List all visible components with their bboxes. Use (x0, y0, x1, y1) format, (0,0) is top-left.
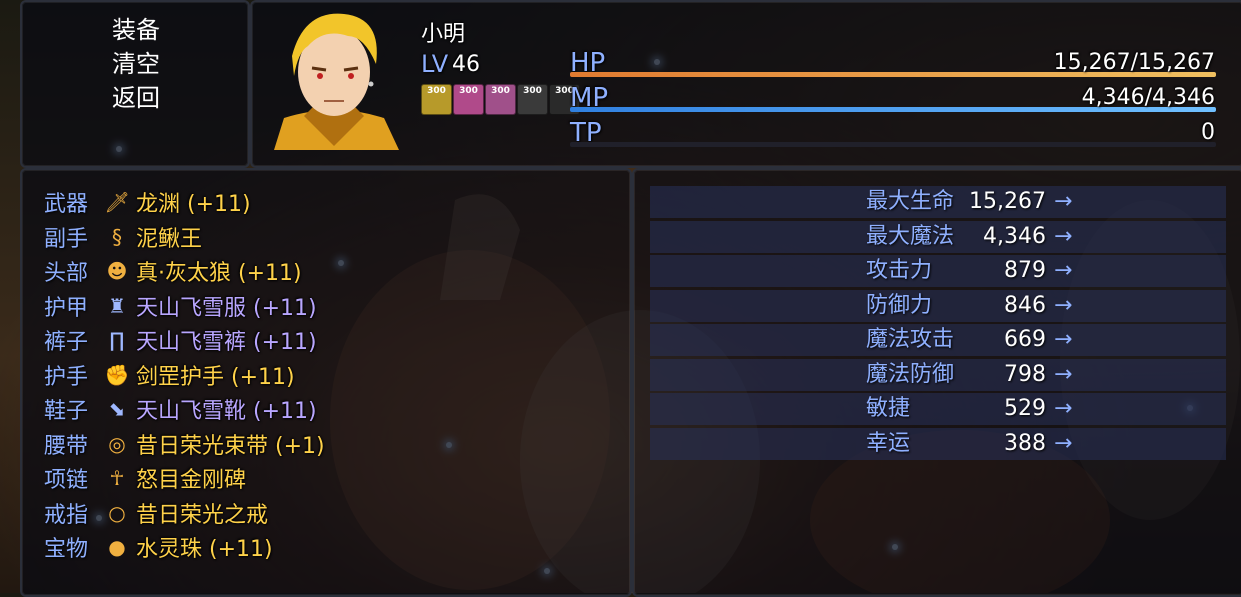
slot-name: 副手 (44, 226, 89, 252)
command-window: 装备 清空 返回 (20, 0, 250, 168)
parameter-row: 防御力 846 → (650, 289, 1226, 322)
equipment-slot-row[interactable]: 护甲 ♜ 天山飞雪服 (+11) (44, 290, 317, 322)
parameter-row: 幸运 388 → (650, 427, 1226, 460)
parameter-name: 魔法攻击 (866, 327, 955, 352)
robe-icon: ♜ (108, 293, 126, 318)
wolf-head-icon: ☻ (106, 259, 128, 283)
state-turns: 300 (427, 86, 446, 96)
item-name: 龙渊 (+11) (136, 192, 251, 217)
equipment-slot-row[interactable]: 宝物 ● 水灵珠 (+11) (44, 531, 273, 563)
parameter-row: 魔法防御 798 → (650, 358, 1226, 391)
right-arrow-icon: → (1054, 327, 1073, 352)
boot-icon: ⬊ (108, 397, 126, 421)
pants-icon: ∏ (109, 328, 125, 352)
item-name: 怒目金刚碑 (136, 468, 247, 493)
slot-name: 项链 (44, 468, 89, 493)
equipment-slot-row[interactable]: 项链 ☥ 怒目金刚碑 (44, 462, 246, 494)
sword-icon: 🗡 (104, 190, 130, 214)
parameter-row: 最大生命 15,267 → (650, 186, 1226, 218)
command-equip[interactable]: 装备 (38, 14, 234, 46)
parameter-value: 798 (1004, 361, 1046, 387)
parameter-value: 15,267 (969, 189, 1046, 214)
tp-value: 0 (1201, 120, 1215, 145)
item-name: 水灵珠 (+11) (136, 537, 273, 562)
actor-name: 小明 (421, 22, 466, 47)
parameter-name: 最大魔法 (866, 223, 955, 249)
command-clear[interactable]: 清空 (38, 48, 234, 80)
parameter-value: 4,346 (983, 223, 1046, 249)
parameter-name: 攻击力 (866, 258, 933, 283)
slot-name: 戒指 (44, 502, 89, 528)
parameter-row: 攻击力 879 → (650, 255, 1226, 287)
tp-gauge (570, 142, 1216, 147)
actor-portrait (274, 13, 399, 150)
belt-icon: ◎ (108, 431, 126, 456)
parameter-value: 846 (1004, 292, 1046, 318)
item-name: 天山飞雪靴 (+11) (136, 399, 317, 424)
shield-cross-icon: 300 (421, 84, 452, 115)
parameter-name: 敏捷 (866, 396, 911, 421)
right-arrow-icon: → (1054, 361, 1073, 387)
right-arrow-icon: → (1054, 258, 1073, 283)
mp-value: 4,346/4,346 (1081, 85, 1215, 110)
equipment-slot-row[interactable]: 武器 🗡 龙渊 (+11) (44, 186, 251, 218)
right-arrow-icon: → (1054, 430, 1073, 456)
slot-name: 腰带 (44, 433, 89, 459)
slot-name: 宝物 (44, 537, 89, 562)
equipment-slot-row[interactable]: 腰带 ◎ 昔日荣光束带 (+1) (44, 428, 325, 460)
equipment-slot-row[interactable]: 裤子 ∏ 天山飞雪裤 (+11) (44, 324, 317, 356)
parameter-row: 最大魔法 4,346 → (650, 220, 1226, 253)
state-turns: 300 (523, 86, 542, 96)
slot-name: 鞋子 (44, 399, 89, 424)
slot-name: 头部 (44, 261, 89, 286)
item-name: 天山飞雪裤 (+11) (136, 330, 317, 355)
equipment-slot-row[interactable]: 护手 ✊ 剑罡护手 (+11) (44, 359, 295, 391)
slot-name: 护甲 (44, 295, 89, 321)
right-arrow-icon: → (1054, 223, 1073, 249)
armor-up-icon: 300 (485, 84, 516, 115)
parameter-name: 最大生命 (866, 189, 955, 214)
parameter-row: 敏捷 529 → (650, 393, 1226, 425)
amulet-icon: ☥ (109, 466, 125, 490)
equipment-slot-row[interactable]: 戒指 ○ 昔日荣光之戒 (44, 497, 268, 529)
sword-up-icon: 300 (453, 84, 484, 115)
parameter-value: 388 (1004, 430, 1046, 456)
level-label: LV (421, 50, 449, 78)
state-icons: 300 300 300 300 300 (421, 84, 580, 115)
state-turns: 300 (491, 86, 510, 96)
item-name: 昔日荣光束带 (+1) (136, 433, 325, 459)
right-arrow-icon: → (1054, 292, 1073, 318)
slot-name: 裤子 (44, 330, 89, 355)
parameter-name: 防御力 (866, 292, 933, 318)
parameter-row: 魔法攻击 669 → (650, 324, 1226, 356)
item-name: 泥鳅王 (136, 226, 203, 252)
skull-icon: 300 (517, 84, 548, 115)
equipment-slot-row[interactable]: 头部 ☻ 真·灰太狼 (+11) (44, 255, 302, 287)
gauntlet-icon: ✊ (104, 362, 130, 387)
parameter-name: 魔法防御 (866, 361, 955, 387)
orb-icon: ● (108, 535, 126, 559)
command-back[interactable]: 返回 (38, 82, 234, 114)
equipment-slot-row[interactable]: 鞋子 ⬊ 天山飞雪靴 (+11) (44, 393, 317, 425)
item-name: 昔日荣光之戒 (136, 502, 269, 528)
right-arrow-icon: → (1054, 396, 1073, 421)
parameter-value: 879 (1004, 258, 1046, 283)
ring-icon: ○ (108, 500, 126, 525)
hp-value: 15,267/15,267 (1053, 50, 1215, 75)
parameter-name: 幸运 (866, 430, 911, 456)
item-name: 剑罡护手 (+11) (136, 364, 295, 390)
state-turns: 300 (459, 86, 478, 96)
level-value: 46 (452, 52, 480, 77)
slot-name: 武器 (44, 192, 89, 217)
item-name: 真·灰太狼 (+11) (136, 261, 302, 286)
parameter-value: 669 (1004, 327, 1046, 352)
parameter-value: 529 (1004, 396, 1046, 421)
slot-name: 护手 (44, 364, 89, 390)
equipment-slot-row[interactable]: 副手 § 泥鳅王 (44, 221, 202, 253)
eel-icon: § (112, 224, 122, 249)
right-arrow-icon: → (1054, 189, 1073, 214)
item-name: 天山飞雪服 (+11) (136, 295, 317, 321)
